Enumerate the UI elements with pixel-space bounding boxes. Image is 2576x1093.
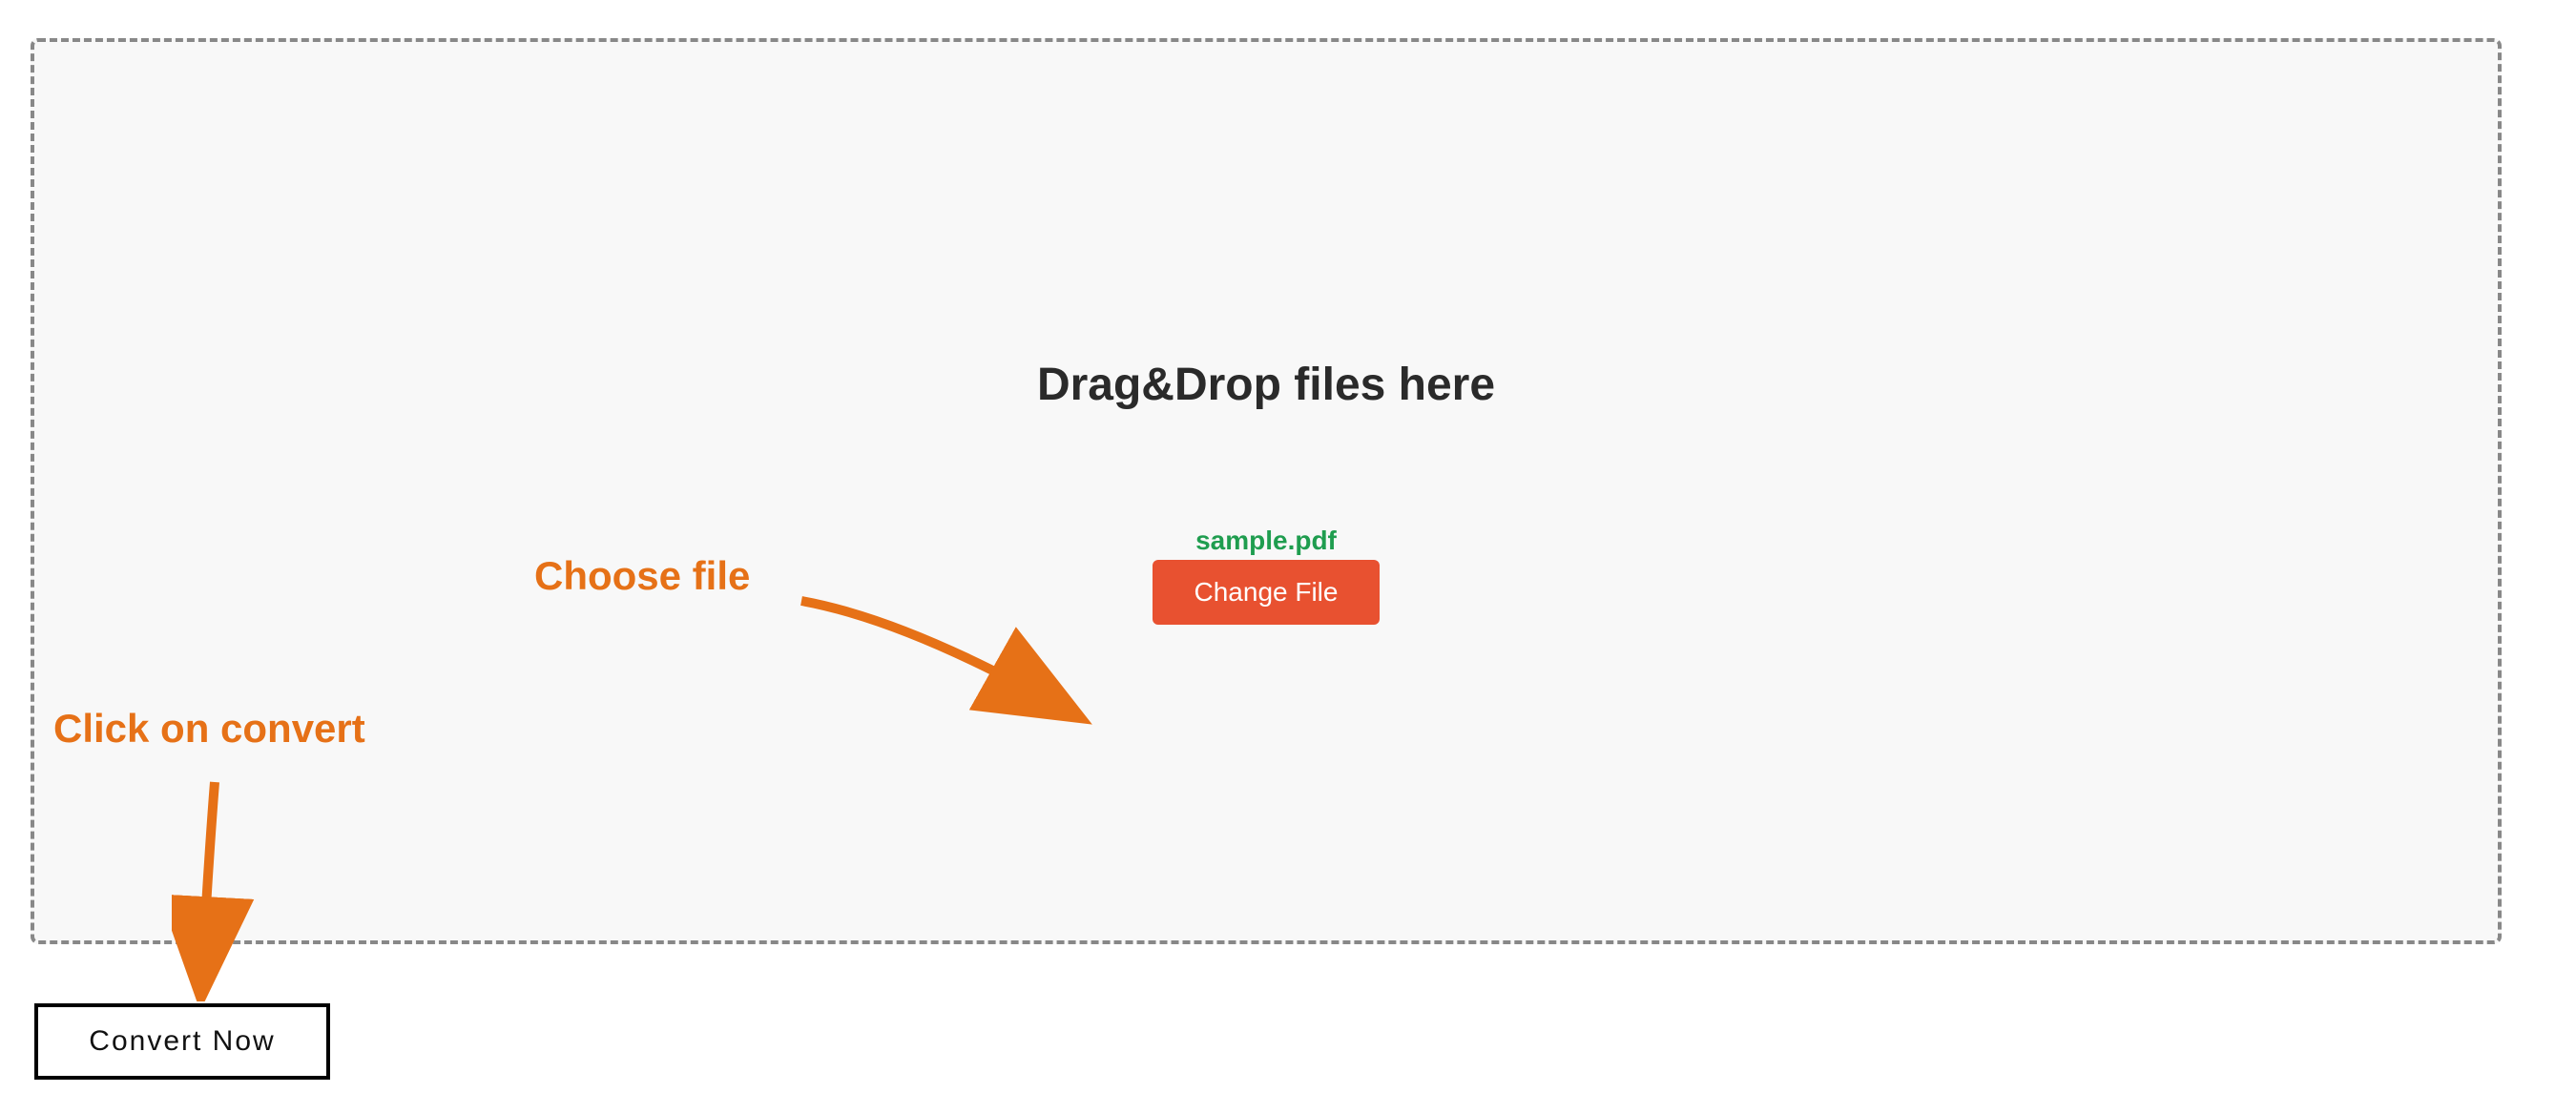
convert-now-button[interactable]: Convert Now [34,1003,330,1080]
file-area: sample.pdf Change File [1153,526,1381,625]
file-dropzone[interactable]: Drag&Drop files here sample.pdf Change F… [31,38,2502,944]
change-file-button[interactable]: Change File [1153,560,1381,625]
dropzone-heading: Drag&Drop files here [1037,359,1495,411]
selected-file-name: sample.pdf [1195,526,1337,556]
